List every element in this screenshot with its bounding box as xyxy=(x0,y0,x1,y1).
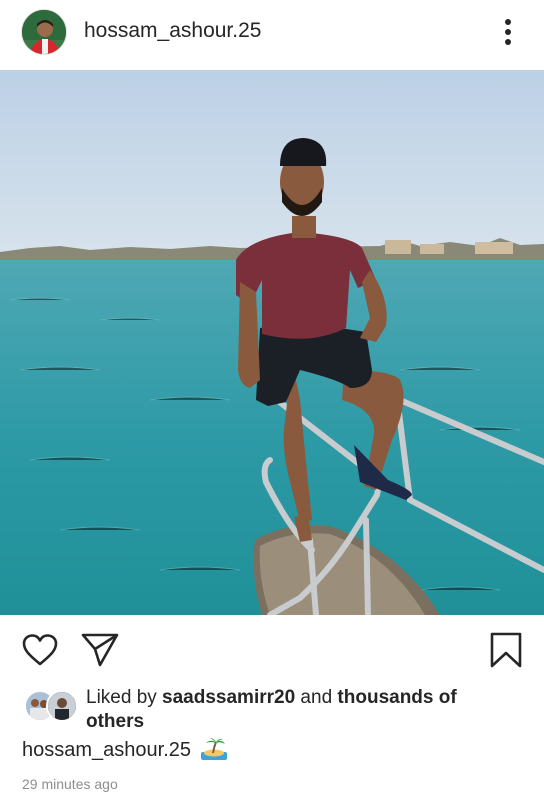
post-caption: hossam_ashour.25 xyxy=(22,738,227,766)
likes-text: Liked by saadssamirr20 and thousands of … xyxy=(86,686,506,734)
likes-middle: and xyxy=(295,687,338,708)
post-header: hossam_ashour.25 xyxy=(0,0,544,66)
liker-avatars[interactable] xyxy=(24,690,78,722)
heart-icon[interactable] xyxy=(21,633,59,667)
more-options-icon[interactable] xyxy=(498,16,518,48)
likes-section: Liked by saadssamirr20 and thousands of … xyxy=(0,684,544,734)
desert-island-icon xyxy=(200,738,227,766)
likes-prefix: Liked by xyxy=(86,687,163,708)
post-actions xyxy=(0,624,544,674)
liker-avatar[interactable] xyxy=(46,690,78,722)
post-timestamp: 29 minutes ago xyxy=(22,776,118,792)
post-photo[interactable] xyxy=(0,70,544,615)
bookmark-icon[interactable] xyxy=(489,631,523,669)
paper-plane-icon[interactable] xyxy=(80,632,120,668)
user-avatar[interactable] xyxy=(21,9,67,55)
liker-username[interactable]: saadssamirr20 xyxy=(162,687,295,708)
caption-username[interactable]: hossam_ashour.25 xyxy=(22,739,191,761)
post-username[interactable]: hossam_ashour.25 xyxy=(84,19,261,43)
